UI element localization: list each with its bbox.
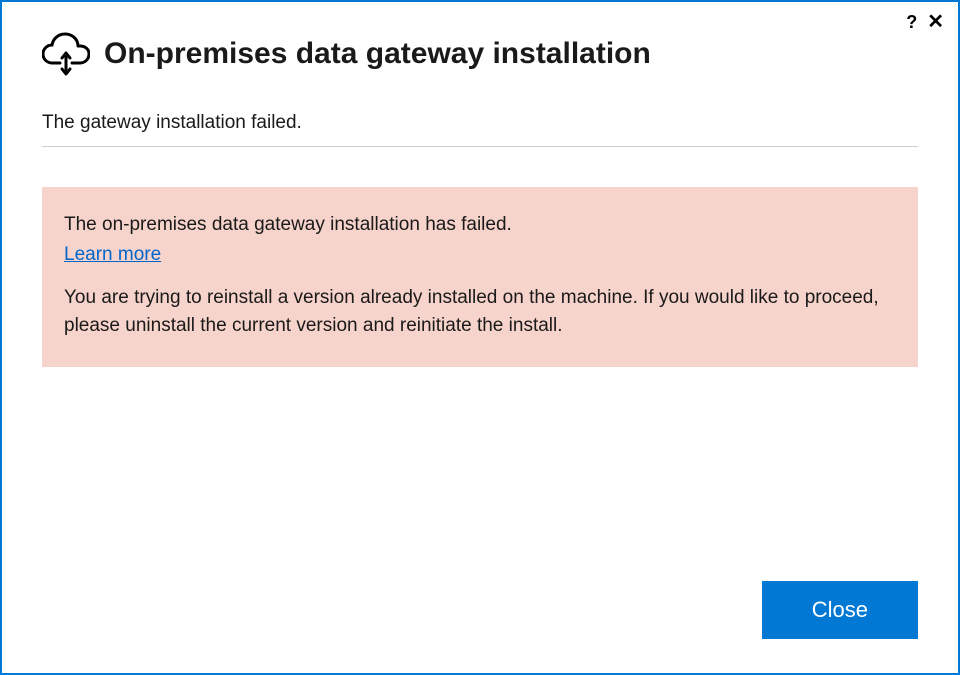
close-icon[interactable]: ✕ xyxy=(927,12,944,32)
status-message: The gateway installation failed. xyxy=(42,112,918,147)
help-icon[interactable]: ? xyxy=(906,13,917,31)
page-title: On-premises data gateway installation xyxy=(104,37,651,71)
installer-window: ? ✕ On-premises data gateway installatio… xyxy=(0,0,960,675)
error-panel: The on-premises data gateway installatio… xyxy=(42,187,918,367)
error-detail: You are trying to reinstall a version al… xyxy=(64,284,896,339)
close-button[interactable]: Close xyxy=(762,581,918,639)
window-controls: ? ✕ xyxy=(906,12,944,32)
cloud-gateway-icon xyxy=(42,32,90,76)
learn-more-link[interactable]: Learn more xyxy=(64,241,161,269)
content-area: The gateway installation failed. The on-… xyxy=(2,76,958,581)
header: On-premises data gateway installation xyxy=(2,2,958,76)
error-title: The on-premises data gateway installatio… xyxy=(64,211,896,239)
footer: Close xyxy=(2,581,958,673)
